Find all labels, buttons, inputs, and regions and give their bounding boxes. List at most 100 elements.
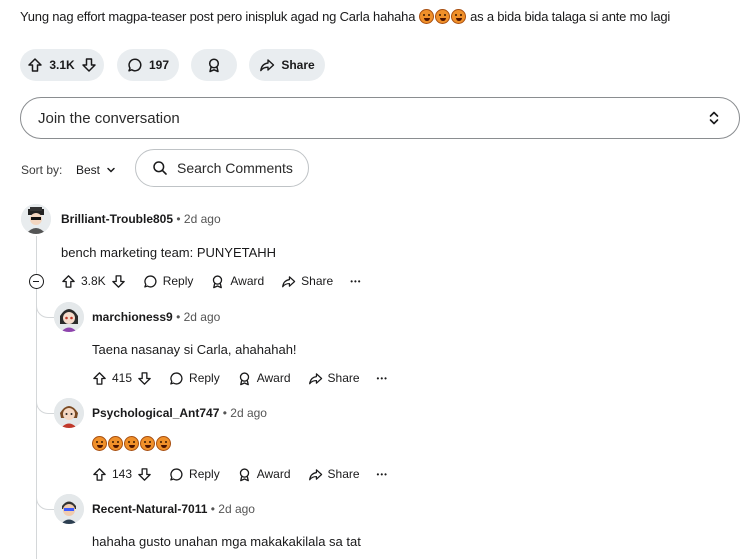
author-name[interactable]: Recent-Natural-7011 [92,502,207,516]
award-icon [213,274,223,288]
author-name[interactable]: marchioness9 [92,310,173,324]
author-name[interactable]: Brilliant-Trouble805 [61,212,173,226]
reply-button[interactable]: Reply [143,274,194,289]
post-title-text: Yung nag effort magpa-teaser post pero i… [20,9,416,24]
vote-count: 415 [112,371,133,385]
comment-actions: 3.8K Reply Award Share ••• [61,272,362,290]
thread-connector [36,298,54,318]
emoji-group [418,9,467,24]
comment-icon [143,274,157,288]
reply-label: Reply [189,467,220,481]
age-text: 2d ago [218,502,255,516]
collapse-icon[interactable] [29,274,44,289]
age-text: 2d ago [183,212,221,226]
upvote-icon[interactable] [27,57,43,73]
vote-count: 143 [112,467,133,481]
avatar[interactable] [54,398,84,428]
share-button[interactable]: Share [308,371,360,386]
avatar[interactable] [54,494,84,524]
thread-connector [36,394,54,414]
comment-author[interactable]: Recent-Natural-7011 • 2d ago [92,502,255,516]
comment-icon [170,467,183,481]
share-label: Share [301,274,334,288]
upvote-icon[interactable] [92,467,107,482]
share-icon [282,275,296,287]
more-icon[interactable]: ••• [377,470,388,479]
upvote-icon[interactable] [61,274,76,289]
sort-dropdown[interactable]: Best [76,163,116,177]
award-label: Award [256,467,291,481]
vote-count: 3.1K [49,58,75,72]
author-name[interactable]: Psychological_Ant747 [92,406,219,420]
composer-placeholder: Join the conversation [38,109,180,127]
emoji [140,436,155,451]
downvote-icon[interactable] [137,467,152,482]
more-icon[interactable]: ••• [350,277,361,286]
comment-age: • 2d ago [176,212,221,226]
emoji [156,436,171,451]
search-comments-button[interactable]: Search Comments [135,149,309,187]
chevron-down-icon [107,167,115,173]
reply-button[interactable]: Reply [169,371,220,386]
share-label: Share [327,371,360,385]
emoji [124,436,139,451]
emoji [92,436,107,451]
search-icon [153,161,167,175]
upvote-icon[interactable] [92,371,107,386]
vote-count: 3.8K [81,274,106,288]
age-text: 2d ago [230,406,267,420]
award-button[interactable]: Award [237,467,291,482]
share-icon [260,59,275,72]
comment-age: • 2d ago [210,502,255,516]
comments-button[interactable]: 197 [117,49,179,81]
comment-icon [170,371,183,385]
chevron-updown-icon[interactable] [705,109,723,127]
comment-actions: 143 Reply Award Share ••• [92,465,388,483]
share-button[interactable]: Share [249,49,325,81]
reply-label: Reply [162,274,194,288]
sort-label: Sort by: [21,163,63,177]
downvote-icon[interactable] [137,371,152,386]
share-button[interactable]: Share [281,274,333,289]
award-icon [239,371,249,385]
reply-button[interactable]: Reply [169,467,220,482]
share-label: Share [281,58,315,72]
reply-label: Reply [189,371,220,385]
avatar[interactable] [21,204,51,234]
emoji [108,436,123,451]
award-button[interactable]: Award [237,371,291,386]
thread-connector [36,490,54,510]
search-comments-label: Search Comments [177,160,293,176]
share-label: Share [327,467,360,481]
share-icon [308,372,322,384]
award-button[interactable]: Award [210,274,264,289]
comment-body: hahaha gusto unahan mga makakakilala sa … [92,534,361,549]
post-title-suffix: as a bida bida talaga si ante mo lagi [470,9,671,24]
more-icon[interactable]: ••• [377,374,388,383]
award-icon [208,58,220,73]
comment-author[interactable]: marchioness9 • 2d ago [92,310,220,324]
award-button[interactable] [191,49,237,81]
vote-group: 415 [92,371,152,386]
award-label: Award [230,274,265,288]
post-title: Yung nag effort magpa-teaser post pero i… [20,9,670,24]
vote-group: 143 [92,467,152,482]
comment-body: bench marketing team: PUNYETAHH [61,245,277,260]
comment-emoji-row [92,436,172,451]
award-icon [239,467,249,481]
comment-actions: 415 Reply Award Share ••• [92,369,388,387]
comment-composer[interactable]: Join the conversation [20,97,740,139]
downvote-icon[interactable] [81,57,97,73]
comment-body: Taena nasanay si Carla, ahahahah! [92,342,297,357]
award-label: Award [256,371,291,385]
comment-icon [128,58,142,72]
comment-author[interactable]: Psychological_Ant747 • 2d ago [92,406,267,420]
share-icon [308,468,322,480]
share-button[interactable]: Share [308,467,360,482]
comment-count: 197 [148,58,170,72]
vote-group: 3.8K [61,274,126,289]
comment-author[interactable]: Brilliant-Trouble805 • 2d ago [61,212,221,226]
downvote-icon[interactable] [111,274,126,289]
age-text: 2d ago [183,310,221,324]
avatar[interactable] [54,302,84,332]
